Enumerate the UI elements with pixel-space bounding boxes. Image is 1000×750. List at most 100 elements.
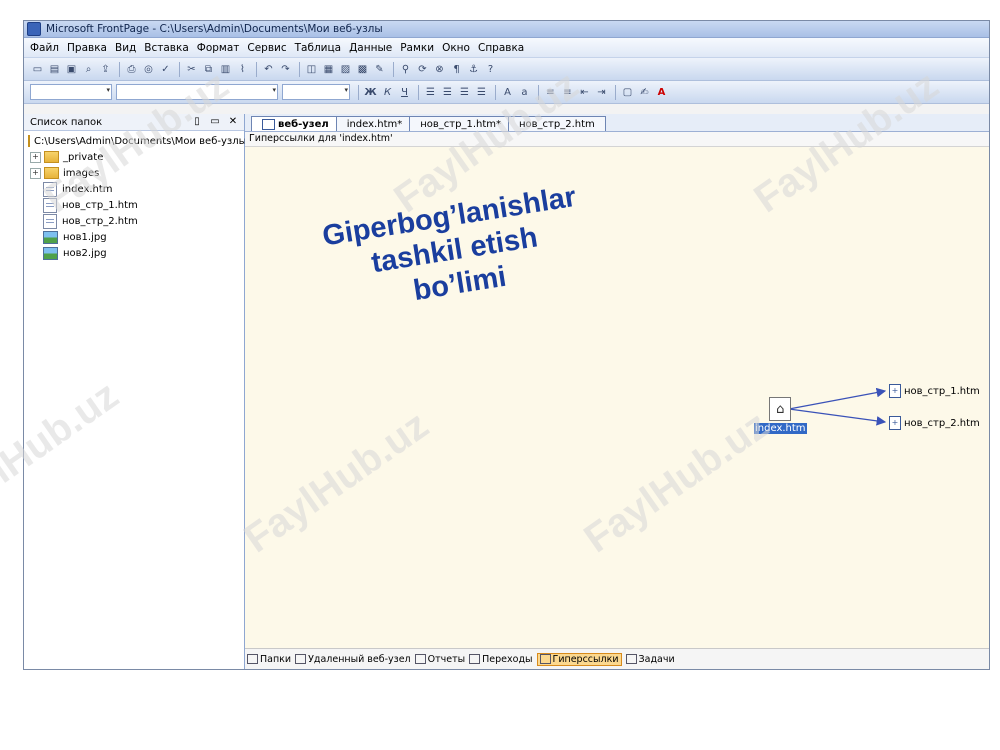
justify-icon[interactable]: ☰ <box>474 85 489 100</box>
bold-button[interactable]: Ж <box>363 85 378 100</box>
close-icon[interactable]: ✕ <box>226 116 240 128</box>
search-icon[interactable]: ⌕ <box>81 62 96 77</box>
menu-insert[interactable]: Вставка <box>144 42 189 54</box>
hyperlink-target-node[interactable]: + нов_стр_2.htm <box>889 416 980 430</box>
view-remote[interactable]: Удаленный веб-узел <box>295 654 411 665</box>
open-folder-icon[interactable]: ▤ <box>47 62 62 77</box>
expand-icon[interactable]: + <box>30 151 41 163</box>
tree-item-image2[interactable]: нов2.jpg <box>28 245 244 261</box>
new-folder-icon[interactable]: ▭ <box>208 116 222 128</box>
standard-toolbar: ▭ ▤ ▣ ⌕ ⇪ ⎙ ◎ ✓ ✂ ⧉ ▥ ⌇ ↶ ↷ ◫ ▦ ▨ ▩ ✎ ⚲ … <box>24 58 989 81</box>
chevron-down-icon: ▾ <box>272 86 276 94</box>
copy-icon[interactable]: ⧉ <box>201 62 216 77</box>
align-left-icon[interactable]: ☰ <box>423 85 438 100</box>
menu-view[interactable]: Вид <box>115 42 136 54</box>
decrease-font-icon[interactable]: a <box>517 85 532 100</box>
drawing-icon[interactable]: ✎ <box>372 62 387 77</box>
highlight-icon[interactable]: ✍ <box>637 85 652 100</box>
spelling-icon[interactable]: ✓ <box>158 62 173 77</box>
increase-font-icon[interactable]: A <box>500 85 515 100</box>
menu-window[interactable]: Окно <box>442 42 470 54</box>
menu-file[interactable]: Файл <box>30 42 59 54</box>
save-icon[interactable]: ▣ <box>64 62 79 77</box>
page-icon: + <box>889 384 901 398</box>
view-label: Отчеты <box>427 653 466 665</box>
view-navigation[interactable]: Переходы <box>469 653 533 665</box>
tab-page1[interactable]: нов_стр_1.htm* <box>409 116 512 131</box>
stop-icon[interactable]: ⊗ <box>432 62 447 77</box>
menu-help[interactable]: Справка <box>478 42 524 54</box>
redo-icon[interactable]: ↷ <box>278 62 293 77</box>
tab-index[interactable]: index.htm* <box>335 116 414 131</box>
tree-item-page1[interactable]: нов_стр_1.htm <box>28 197 244 213</box>
hyperlink-center-node[interactable]: ⌂ index.htm <box>754 397 807 434</box>
view-folders[interactable]: Папки <box>247 654 291 665</box>
new-page-icon[interactable]: ▯ <box>190 116 204 128</box>
toolbar-separator <box>418 84 419 100</box>
insert-layer-icon[interactable]: ▨ <box>338 62 353 77</box>
tree-item-images[interactable]: + images <box>28 165 244 181</box>
align-center-icon[interactable]: ☰ <box>440 85 455 100</box>
bullet-list-icon[interactable]: ≡ <box>560 85 575 100</box>
reports-icon <box>414 654 426 664</box>
tab-label: нов_стр_2.htm <box>519 118 595 130</box>
paste-icon[interactable]: ▥ <box>218 62 233 77</box>
tab-page2[interactable]: нов_стр_2.htm <box>508 116 606 131</box>
insert-picture-icon[interactable]: ▩ <box>355 62 370 77</box>
view-tasks[interactable]: Задачи <box>625 654 675 665</box>
menu-table[interactable]: Таблица <box>295 42 341 54</box>
hyperlink-icon[interactable]: ⚲ <box>398 62 413 77</box>
font-size-select[interactable]: ▾ <box>282 84 350 100</box>
numbered-list-icon[interactable]: ≡ <box>543 85 558 100</box>
new-page-icon[interactable]: ▭ <box>30 62 45 77</box>
view-label: Переходы <box>482 653 533 665</box>
tab-website[interactable]: веб-узел <box>251 116 340 131</box>
view-hyperlinks[interactable]: Гиперссылки <box>536 652 622 666</box>
tab-label: нов_стр_1.htm* <box>420 118 501 130</box>
expand-icon[interactable]: + <box>30 167 41 179</box>
title-bar: Microsoft FrontPage - C:\Users\Admin\Doc… <box>24 21 989 38</box>
align-right-icon[interactable]: ☰ <box>457 85 472 100</box>
show-all-icon[interactable]: ¶ <box>449 62 464 77</box>
hyperlink-target-node[interactable]: + нов_стр_1.htm <box>889 384 980 398</box>
tree-item-label: index.htm <box>62 183 113 195</box>
tree-item-label: нов1.jpg <box>63 231 107 243</box>
view-bar: Папки Удаленный веб-узел Отчеты Переходы… <box>245 648 989 669</box>
target-label: нов_стр_2.htm <box>904 418 980 429</box>
menu-data[interactable]: Данные <box>349 42 392 54</box>
tree-item-private[interactable]: + _private <box>28 149 244 165</box>
decrease-indent-icon[interactable]: ⇤ <box>577 85 592 100</box>
insert-component-icon[interactable]: ◫ <box>304 62 319 77</box>
format-painter-icon[interactable]: ⌇ <box>235 62 250 77</box>
tree-item-image1[interactable]: нов1.jpg <box>28 229 244 245</box>
tab-label: веб-узел <box>278 118 329 130</box>
tree-item-label: images <box>63 167 100 179</box>
tree-item-page2[interactable]: нов_стр_2.htm <box>28 213 244 229</box>
style-select[interactable]: ▾ <box>30 84 112 100</box>
font-color-button[interactable]: A <box>654 85 669 100</box>
folder-icon <box>44 167 59 179</box>
menu-format[interactable]: Формат <box>197 42 240 54</box>
folder-icon <box>247 654 258 664</box>
font-select[interactable]: ▾ <box>116 84 278 100</box>
italic-button[interactable]: К <box>380 85 395 100</box>
preview-icon[interactable]: ◎ <box>141 62 156 77</box>
print-icon[interactable]: ⎙ <box>124 62 139 77</box>
target-label: нов_стр_1.htm <box>904 386 980 397</box>
borders-icon[interactable]: ▢ <box>620 85 635 100</box>
tree-item-index[interactable]: index.htm <box>28 181 244 197</box>
cut-icon[interactable]: ✂ <box>184 62 199 77</box>
help-icon[interactable]: ? <box>483 62 498 77</box>
menu-frames[interactable]: Рамки <box>400 42 434 54</box>
refresh-icon[interactable]: ⟳ <box>415 62 430 77</box>
undo-icon[interactable]: ↶ <box>261 62 276 77</box>
bookmark-icon[interactable]: ⚓ <box>466 62 481 77</box>
menu-edit[interactable]: Правка <box>67 42 107 54</box>
insert-table-icon[interactable]: ▦ <box>321 62 336 77</box>
publish-icon[interactable]: ⇪ <box>98 62 113 77</box>
view-reports[interactable]: Отчеты <box>414 653 466 665</box>
menu-tools[interactable]: Сервис <box>247 42 286 54</box>
increase-indent-icon[interactable]: ⇥ <box>594 85 609 100</box>
underline-button[interactable]: Ч <box>397 85 412 100</box>
tree-root[interactable]: C:\Users\Admin\Documents\Мои веб-узлы <box>28 133 247 149</box>
